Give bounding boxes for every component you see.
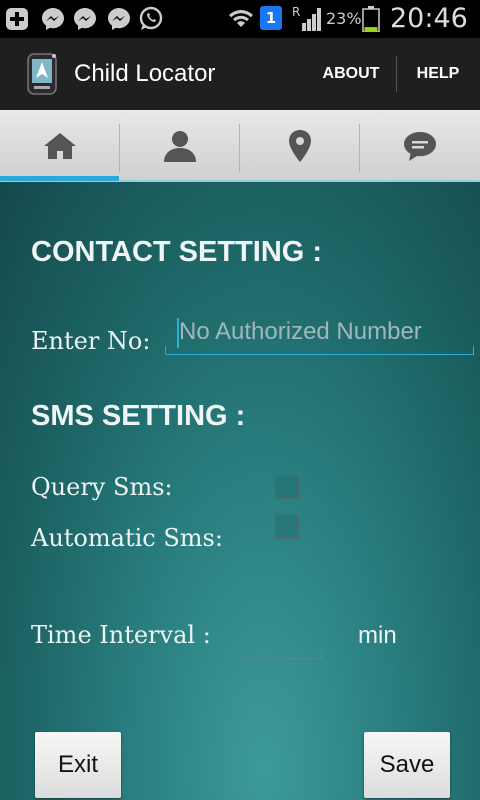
- messenger-icon: [106, 6, 132, 32]
- chat-icon: [403, 132, 436, 161]
- app-logo-icon: [24, 50, 60, 98]
- query-sms-checkbox[interactable]: [275, 475, 299, 499]
- save-button[interactable]: Save: [364, 732, 450, 798]
- app-title: Child Locator: [74, 60, 216, 87]
- battery-percent: 23%: [326, 9, 362, 28]
- time-interval-label: Time Interval :: [31, 621, 211, 649]
- signal-icon: R: [292, 5, 324, 32]
- battery-icon: [362, 6, 380, 33]
- action-bar: Child Locator ABOUT HELP: [0, 38, 480, 110]
- plus-icon: [4, 6, 30, 32]
- person-icon: [163, 131, 196, 162]
- roaming-indicator: R: [292, 5, 300, 19]
- contact-setting-heading: CONTACT SETTING :: [31, 236, 323, 268]
- sms-setting-heading: SMS SETTING :: [31, 400, 246, 432]
- automatic-sms-checkbox[interactable]: [275, 515, 299, 539]
- time-interval-unit: min: [358, 622, 397, 649]
- tab-location[interactable]: [240, 110, 359, 182]
- wifi-icon: [228, 6, 254, 32]
- query-sms-label: Query Sms:: [31, 473, 173, 501]
- exit-button[interactable]: Exit: [35, 732, 121, 798]
- about-button[interactable]: ABOUT: [308, 38, 394, 110]
- messenger-icon: [72, 6, 98, 32]
- sim-badge-icon: 1: [260, 6, 282, 30]
- status-bar: 1 R 23% 20:46: [0, 0, 480, 38]
- tab-bar: [0, 110, 480, 182]
- messenger-icon: [40, 6, 66, 32]
- enter-number-label: Enter No:: [31, 327, 151, 355]
- help-button[interactable]: HELP: [400, 38, 476, 110]
- tab-messages[interactable]: [360, 110, 479, 182]
- authorized-number-placeholder: No Authorized Number: [179, 318, 422, 345]
- settings-panel: CONTACT SETTING : Enter No: No Authorize…: [0, 182, 480, 800]
- action-bar-divider: [396, 56, 397, 92]
- home-icon: [43, 133, 76, 159]
- time-interval-input[interactable]: [238, 622, 322, 659]
- automatic-sms-label: Automatic Sms:: [31, 524, 223, 552]
- tab-contacts[interactable]: [120, 110, 239, 182]
- location-pin-icon: [288, 130, 311, 162]
- tab-home[interactable]: [0, 110, 119, 182]
- whatsapp-icon: [138, 6, 164, 32]
- tab-selected-indicator: [0, 176, 119, 181]
- clock: 20:46: [390, 3, 468, 34]
- authorized-number-input[interactable]: No Authorized Number: [165, 318, 474, 355]
